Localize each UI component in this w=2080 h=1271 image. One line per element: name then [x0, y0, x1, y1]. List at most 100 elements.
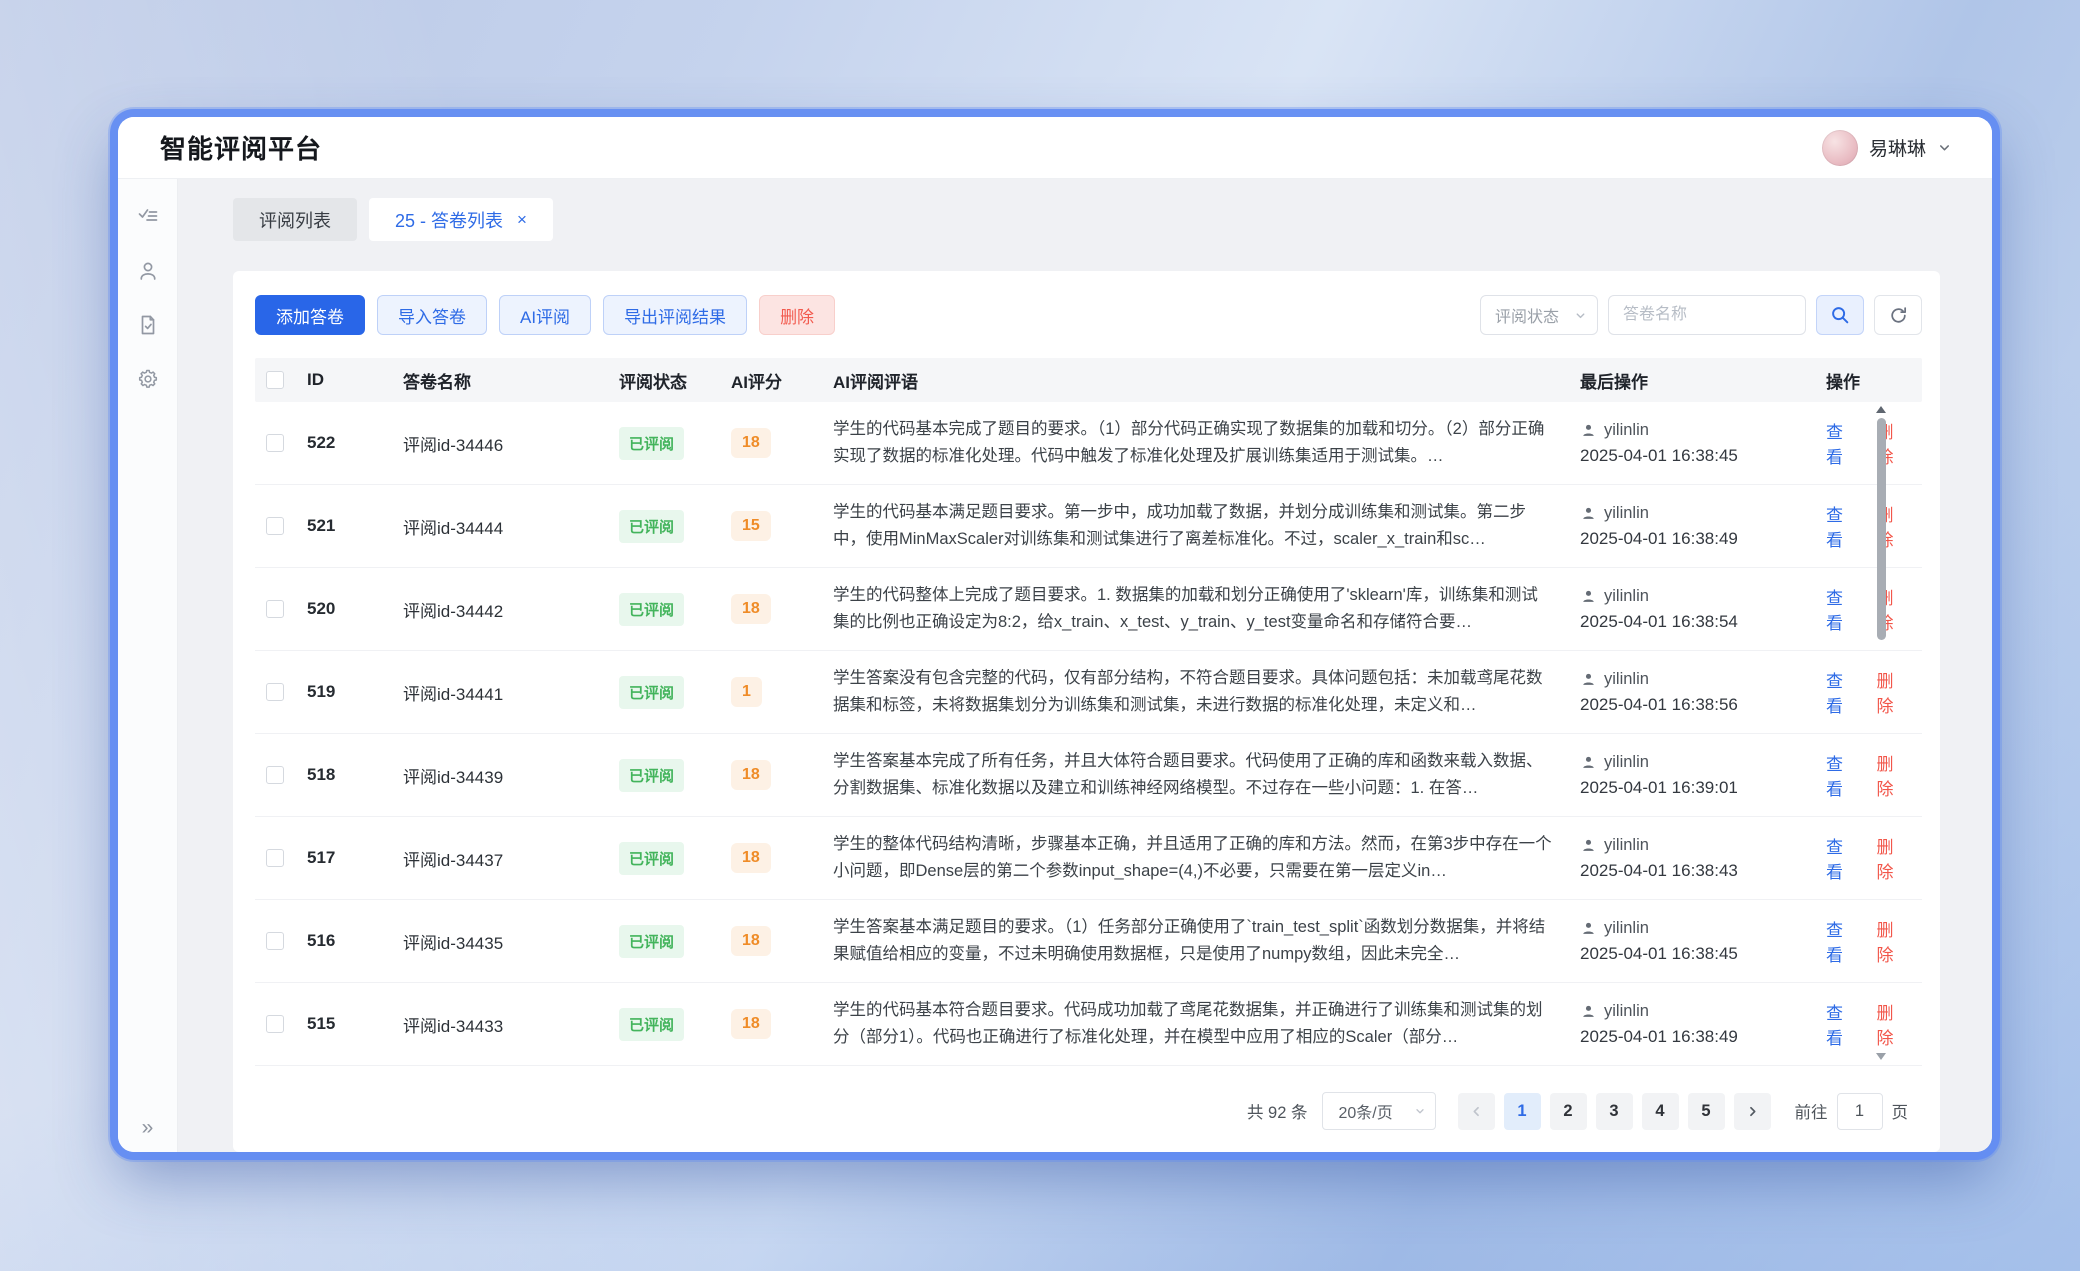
refresh-button[interactable] — [1874, 295, 1922, 335]
row-name: 评阅id-34439 — [403, 763, 619, 788]
scroll-down-arrow[interactable] — [1876, 1053, 1886, 1060]
row-checkbox[interactable] — [266, 1015, 284, 1033]
score-badge: 18 — [731, 760, 771, 790]
page-size-value: 20条/页 — [1339, 1099, 1393, 1123]
pagination: 共 92 条 20条/页 12345 — [255, 1092, 1922, 1130]
page-buttons: 12345 — [1458, 1093, 1771, 1130]
header-status: 评阅状态 — [619, 368, 731, 393]
page-size-select[interactable]: 20条/页 — [1322, 1092, 1436, 1130]
row-timestamp: 2025-04-01 16:38:45 — [1580, 944, 1814, 964]
table-scrollbar[interactable] — [1876, 406, 1886, 1060]
table-row: 518 评阅id-34439 已评阅 18 学生答案基本完成了所有任务，并且大体… — [255, 734, 1922, 817]
person-icon — [1580, 588, 1597, 605]
row-checkbox[interactable] — [266, 434, 284, 452]
avatar[interactable] — [1822, 130, 1858, 166]
table-row: 516 评阅id-34435 已评阅 18 学生答案基本满足题目的要求。（1）任… — [255, 900, 1922, 983]
page-button-1[interactable]: 1 — [1504, 1093, 1541, 1130]
status-badge: 已评阅 — [619, 676, 684, 709]
row-id: 522 — [307, 433, 403, 453]
sidebar-collapse-button[interactable]: » — [118, 1116, 177, 1140]
page-button-5[interactable]: 5 — [1688, 1093, 1725, 1130]
tab-answer-list[interactable]: 25 - 答卷列表 × — [369, 198, 553, 241]
prev-page-button[interactable] — [1458, 1093, 1495, 1130]
view-link[interactable]: 查看 — [1826, 750, 1860, 800]
sidebar-item-review-list[interactable] — [136, 205, 160, 229]
toolbar: 添加答卷 导入答卷 AI评阅 导出评阅结果 删除 评阅状态 — [255, 295, 1922, 335]
row-operator: yilinlin — [1604, 1002, 1649, 1021]
import-answer-button[interactable]: 导入答卷 — [377, 295, 487, 335]
row-timestamp: 2025-04-01 16:38:49 — [1580, 529, 1814, 549]
row-comment: 学生的整体代码结构清晰，步骤基本正确，并且适用了正确的库和方法。然而，在第3步中… — [833, 831, 1580, 884]
view-link[interactable]: 查看 — [1826, 916, 1860, 966]
app-window: 智能评阅平台 易琳琳 — [118, 117, 1992, 1152]
header-comment: AI评阅评语 — [833, 368, 1580, 393]
page-number-list: 12345 — [1504, 1093, 1725, 1130]
search-button[interactable] — [1816, 295, 1864, 335]
sidebar-item-users[interactable] — [136, 259, 160, 283]
next-page-button[interactable] — [1734, 1093, 1771, 1130]
status-badge: 已评阅 — [619, 427, 684, 460]
chevron-down-icon[interactable] — [1937, 140, 1952, 155]
view-link[interactable]: 查看 — [1826, 584, 1860, 634]
scrollbar-thumb[interactable] — [1877, 418, 1886, 640]
row-checkbox[interactable] — [266, 849, 284, 867]
tab-review-list[interactable]: 评阅列表 — [233, 198, 357, 241]
row-checkbox[interactable] — [266, 600, 284, 618]
row-id: 515 — [307, 1014, 403, 1034]
sidebar: » — [118, 179, 178, 1152]
header-name: 答卷名称 — [403, 368, 619, 393]
page-button-2[interactable]: 2 — [1550, 1093, 1587, 1130]
header-last-op: 最后操作 — [1580, 368, 1826, 393]
view-link[interactable]: 查看 — [1826, 418, 1860, 468]
goto-page-input[interactable] — [1837, 1093, 1883, 1130]
row-checkbox[interactable] — [266, 683, 284, 701]
close-icon[interactable]: × — [517, 211, 527, 228]
row-comment: 学生的代码基本完成了题目的要求。（1）部分代码正确实现了数据集的加载和切分。（2… — [833, 416, 1580, 469]
row-operator: yilinlin — [1604, 587, 1649, 606]
view-link[interactable]: 查看 — [1826, 999, 1860, 1049]
row-operator: yilinlin — [1604, 753, 1649, 772]
page-button-4[interactable]: 4 — [1642, 1093, 1679, 1130]
score-badge: 18 — [731, 428, 771, 458]
row-checkbox[interactable] — [266, 517, 284, 535]
checklist-icon — [136, 205, 160, 229]
table-row: 515 评阅id-34433 已评阅 18 学生的代码基本符合题目要求。代码成功… — [255, 983, 1922, 1066]
row-name: 评阅id-34441 — [403, 680, 619, 705]
row-checkbox[interactable] — [266, 932, 284, 950]
delete-button[interactable]: 删除 — [759, 295, 835, 335]
sidebar-item-settings[interactable] — [136, 367, 160, 391]
sidebar-item-papers[interactable] — [136, 313, 160, 337]
ai-review-button[interactable]: AI评阅 — [499, 295, 591, 335]
scroll-up-arrow[interactable] — [1876, 406, 1886, 413]
table-body: 522 评阅id-34446 已评阅 18 学生的代码基本完成了题目的要求。（1… — [255, 402, 1922, 1066]
person-icon — [1580, 837, 1597, 854]
table-row: 517 评阅id-34437 已评阅 18 学生的整体代码结构清晰，步骤基本正确… — [255, 817, 1922, 900]
page-button-3[interactable]: 3 — [1596, 1093, 1633, 1130]
row-id: 518 — [307, 765, 403, 785]
chevron-right-icon — [1745, 1104, 1760, 1119]
row-comment: 学生的代码基本满足题目要求。第一步中，成功加载了数据，并划分成训练集和测试集。第… — [833, 499, 1580, 552]
user-menu[interactable]: 易琳琳 — [1822, 130, 1952, 166]
select-all-checkbox[interactable] — [266, 371, 284, 389]
person-icon — [1580, 754, 1597, 771]
view-link[interactable]: 查看 — [1826, 833, 1860, 883]
view-link[interactable]: 查看 — [1826, 501, 1860, 551]
row-id: 517 — [307, 848, 403, 868]
table-row: 520 评阅id-34442 已评阅 18 学生的代码整体上完成了题目要求。1.… — [255, 568, 1922, 651]
person-icon — [1580, 1003, 1597, 1020]
add-answer-button[interactable]: 添加答卷 — [255, 295, 365, 335]
person-icon — [1580, 920, 1597, 937]
answer-name-input[interactable] — [1608, 295, 1806, 335]
view-link[interactable]: 查看 — [1826, 667, 1860, 717]
chevron-left-icon — [1469, 1104, 1484, 1119]
review-status-select[interactable]: 评阅状态 — [1480, 295, 1598, 335]
row-id: 520 — [307, 599, 403, 619]
row-operator: yilinlin — [1604, 421, 1649, 440]
row-operator: yilinlin — [1604, 670, 1649, 689]
window-header: 智能评阅平台 易琳琳 — [118, 117, 1992, 179]
export-results-button[interactable]: 导出评阅结果 — [603, 295, 747, 335]
user-name: 易琳琳 — [1869, 134, 1926, 161]
goto-page: 前往 页 — [1795, 1093, 1909, 1130]
status-badge: 已评阅 — [619, 925, 684, 958]
row-checkbox[interactable] — [266, 766, 284, 784]
